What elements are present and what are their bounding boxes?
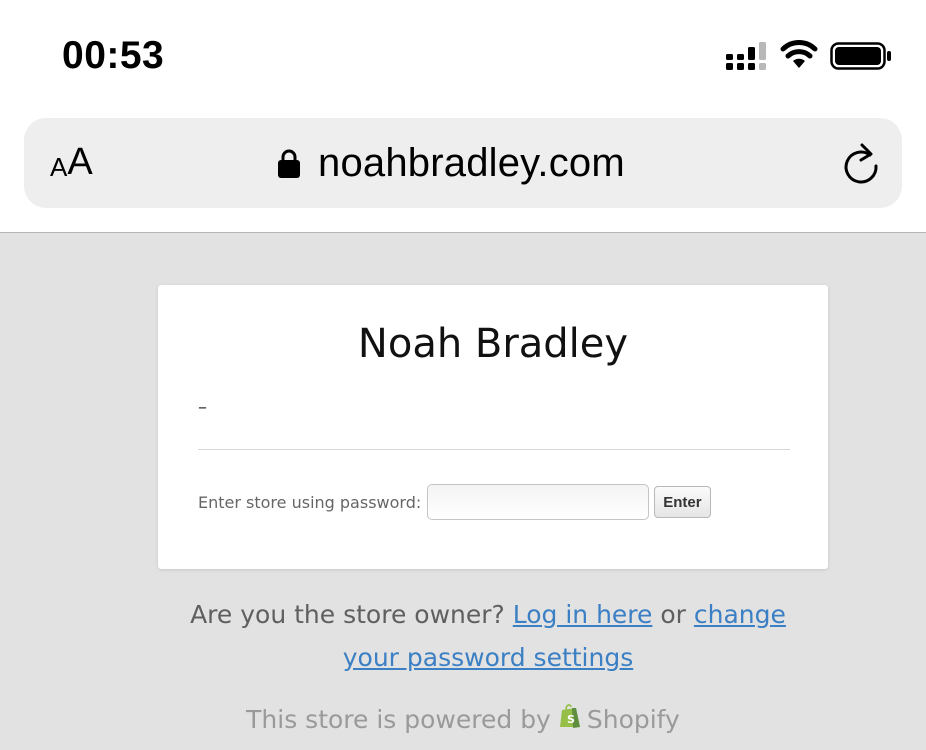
password-form: Enter store using password: Enter <box>198 483 711 521</box>
wifi-icon <box>780 40 818 68</box>
text-size-small-glyph: A <box>50 152 68 182</box>
login-link[interactable]: Log in here <box>513 600 653 629</box>
text-size-big-glyph: A <box>67 141 93 183</box>
reload-icon[interactable] <box>840 142 882 186</box>
powered-by-text: This store is powered by <box>246 704 551 734</box>
owner-middle: or <box>652 600 694 629</box>
powered-by: This store is powered by S Shopify <box>0 703 926 735</box>
status-bar: 00:53 <box>0 0 926 110</box>
url-text: noahbradley.com <box>318 140 625 185</box>
store-message: – <box>198 397 207 418</box>
cellular-signal-icon <box>726 42 766 70</box>
shopify-bag-icon: S <box>559 704 580 728</box>
battery-icon <box>830 42 891 70</box>
shopify-brand: Shopify <box>586 704 680 734</box>
enter-button[interactable]: Enter <box>654 486 711 518</box>
status-time: 00:53 <box>62 34 165 77</box>
url-display[interactable]: noahbradley.com <box>278 140 625 186</box>
lock-icon <box>278 149 300 178</box>
svg-text:S: S <box>567 713 575 726</box>
owner-prefix: Are you the store owner? <box>190 600 513 629</box>
password-input[interactable] <box>427 484 650 520</box>
page-content: Noah Bradley – Enter store using passwor… <box>0 232 926 750</box>
password-card: Noah Bradley – Enter store using passwor… <box>158 285 828 569</box>
url-bar[interactable]: A A noahbradley.com <box>24 118 902 208</box>
divider <box>198 449 790 450</box>
password-label: Enter store using password: <box>198 492 422 512</box>
store-title: Noah Bradley <box>357 321 629 367</box>
owner-notice: Are you the store owner? Log in here or … <box>170 593 806 679</box>
text-size-button[interactable]: A A <box>50 142 93 182</box>
